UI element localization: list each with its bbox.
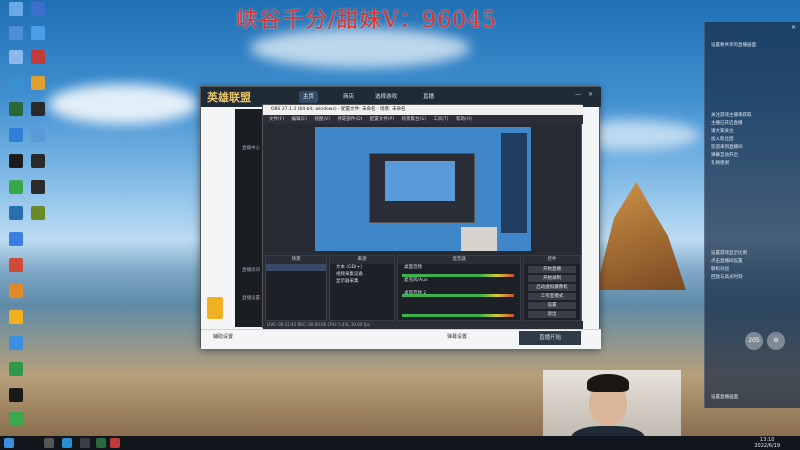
taskbar: 13:10 2022/6/19 [0, 436, 800, 450]
quick-action-button[interactable]: 205 [745, 332, 763, 350]
dock-title: 控件 [524, 256, 580, 264]
close-icon[interactable]: ✕ [588, 91, 593, 98]
desktop-icon[interactable] [24, 154, 52, 169]
notify-line: 弹幕互动开启 [711, 153, 738, 158]
notify-footer: 设置直播画面 [711, 395, 738, 400]
dock-title: 混音器 [398, 256, 520, 264]
virtual-camera-button[interactable]: 启动虚拟摄像机 [528, 284, 576, 291]
dock-title: 场景 [266, 256, 326, 264]
obs-menubar: 文件(F) 编辑(E) 视图(V) 停靠部件(D) 配置文件(P) 场景集合(S… [263, 115, 583, 124]
taskbar-app-icon[interactable] [96, 438, 106, 448]
source-item[interactable]: 文本 (GDI+) [330, 264, 394, 271]
clock-date: 2022/6/19 [754, 443, 780, 449]
menu-item[interactable]: 停靠部件(D) [337, 117, 362, 122]
sources-dock: 来源 文本 (GDI+) 视频采集设备 显示器采集 [329, 255, 395, 321]
notify-line: 礼物感谢 [711, 161, 729, 166]
notify-line: 加入粉丝团 [711, 137, 734, 142]
notify-line: 点击直播间设置 [711, 259, 743, 264]
desktop-icon[interactable] [24, 180, 52, 195]
desktop-background: 峡谷千分/甜妹V：96045 设置要共享的直播画面 关注游戏主播来获取 主播已开… [0, 0, 800, 436]
desktop-icon[interactable] [2, 232, 30, 247]
game-logo: 英雄联盟 [207, 91, 251, 104]
tab-store[interactable]: 商店 [339, 91, 358, 103]
desktop-icon[interactable] [2, 388, 30, 403]
start-live-button[interactable]: 直播开始 [519, 331, 581, 345]
notify-line: 关注游戏主播来获取 [711, 113, 752, 118]
source-item[interactable]: 显示器采集 [330, 278, 394, 285]
notify-line: 设置要共享的直播画面 [711, 43, 756, 48]
desktop-icon[interactable] [24, 128, 52, 143]
tab-live[interactable]: 直播 [419, 91, 438, 103]
tab-play[interactable]: 选择游戏 [371, 91, 401, 103]
desktop-icon[interactable] [24, 206, 52, 221]
exit-button[interactable]: 退出 [528, 311, 576, 318]
dock-title: 来源 [330, 256, 394, 264]
start-button[interactable] [4, 438, 14, 448]
source-item[interactable]: 视频采集设备 [330, 271, 394, 278]
desktop-icon[interactable] [2, 362, 30, 377]
studio-mode-button[interactable]: 工作室模式 [528, 293, 576, 300]
desktop-icon[interactable] [24, 102, 52, 117]
scene-item[interactable] [266, 264, 326, 271]
mixer-dock: 混音器 桌面音频 麦克风/Aux 桌面音频 2 [397, 255, 521, 321]
menu-item[interactable]: 编辑(E) [292, 117, 307, 122]
notification-panel: 设置要共享的直播画面 关注游戏主播来获取 主播已开启直播 请大家关注 加入粉丝团… [704, 22, 800, 408]
close-icon[interactable]: ✕ [791, 24, 796, 31]
desktop-icon[interactable] [24, 26, 52, 41]
start-streaming-button[interactable]: 开始直播 [528, 266, 576, 273]
tab-home[interactable]: 主页 [299, 91, 319, 103]
desktop-icon[interactable] [2, 336, 30, 351]
menu-item[interactable]: 视图(V) [314, 117, 330, 122]
app-badge-icon[interactable] [207, 297, 223, 319]
notify-line: 主播已开启直播 [711, 121, 743, 126]
controls-dock: 控件 开始直播 开始录制 启动虚拟摄像机 工作室模式 设置 退出 [523, 255, 581, 321]
scenes-dock: 场景 [265, 255, 327, 321]
notify-line: 欢迎来到直播间 [711, 145, 743, 150]
desktop-icon[interactable] [24, 2, 52, 17]
notify-line: 联机对战 [711, 267, 729, 272]
notify-line: 设置游戏显示比例 [711, 251, 747, 256]
taskbar-app-icon[interactable] [110, 438, 120, 448]
audio-meter [402, 294, 514, 297]
minimize-icon[interactable]: — [575, 91, 581, 98]
rock-formation [596, 182, 686, 290]
notify-line: 请大家关注 [711, 129, 734, 134]
danmaku-settings-button[interactable]: 弹幕设置 [447, 333, 467, 340]
sidebar-item-live-settings[interactable]: 直播设置 [239, 295, 263, 301]
audio-meter [402, 314, 514, 317]
menu-item[interactable]: 帮助(H) [456, 117, 472, 122]
obs-statusbar: LIVE: 00:12:45 REC: 00:00:00 CPU: 5.4%, … [263, 321, 583, 329]
gear-icon[interactable]: ⚙ [767, 332, 785, 350]
taskbar-app-icon[interactable] [80, 438, 90, 448]
sidebar-item-live-room[interactable]: 直播房间 [239, 267, 263, 273]
menu-item[interactable]: 配置文件(P) [370, 117, 394, 122]
desktop-icon[interactable] [24, 76, 52, 91]
menu-item[interactable]: 文件(F) [269, 117, 284, 122]
obs-title: OBS 27.1.3 (64-bit, windows) - 配置文件: 未命名… [263, 105, 583, 115]
system-clock[interactable]: 13:10 2022/6/19 [754, 437, 780, 449]
mixer-channel: 麦克风/Aux [404, 278, 428, 283]
menu-item[interactable]: 工具(T) [433, 117, 448, 122]
obs-window: OBS 27.1.3 (64-bit, windows) - 配置文件: 未命名… [262, 104, 583, 329]
desktop-icon[interactable] [2, 284, 30, 299]
desktop-icon[interactable] [2, 310, 30, 325]
notify-line: 回放与高光时刻 [711, 275, 743, 280]
taskbar-app-icon[interactable] [62, 438, 72, 448]
desktop-icon[interactable] [2, 412, 30, 427]
stream-watermark: 峡谷千分/甜妹V：96045 [236, 8, 498, 33]
desktop-icon[interactable] [24, 50, 52, 65]
menu-item[interactable]: 场景集合(S) [401, 117, 425, 122]
start-recording-button[interactable]: 开始录制 [528, 275, 576, 282]
search-icon[interactable] [44, 438, 54, 448]
sidebar-item-live-center[interactable]: 直播中心 [239, 145, 263, 151]
desktop-icon[interactable] [2, 258, 30, 273]
audio-meter [402, 274, 514, 277]
obs-preview[interactable] [315, 127, 531, 251]
assist-settings-button[interactable]: 辅助设置 [213, 333, 233, 340]
mixer-channel: 桌面音频 [404, 265, 422, 270]
webcam-overlay [543, 370, 681, 436]
settings-button[interactable]: 设置 [528, 302, 576, 309]
